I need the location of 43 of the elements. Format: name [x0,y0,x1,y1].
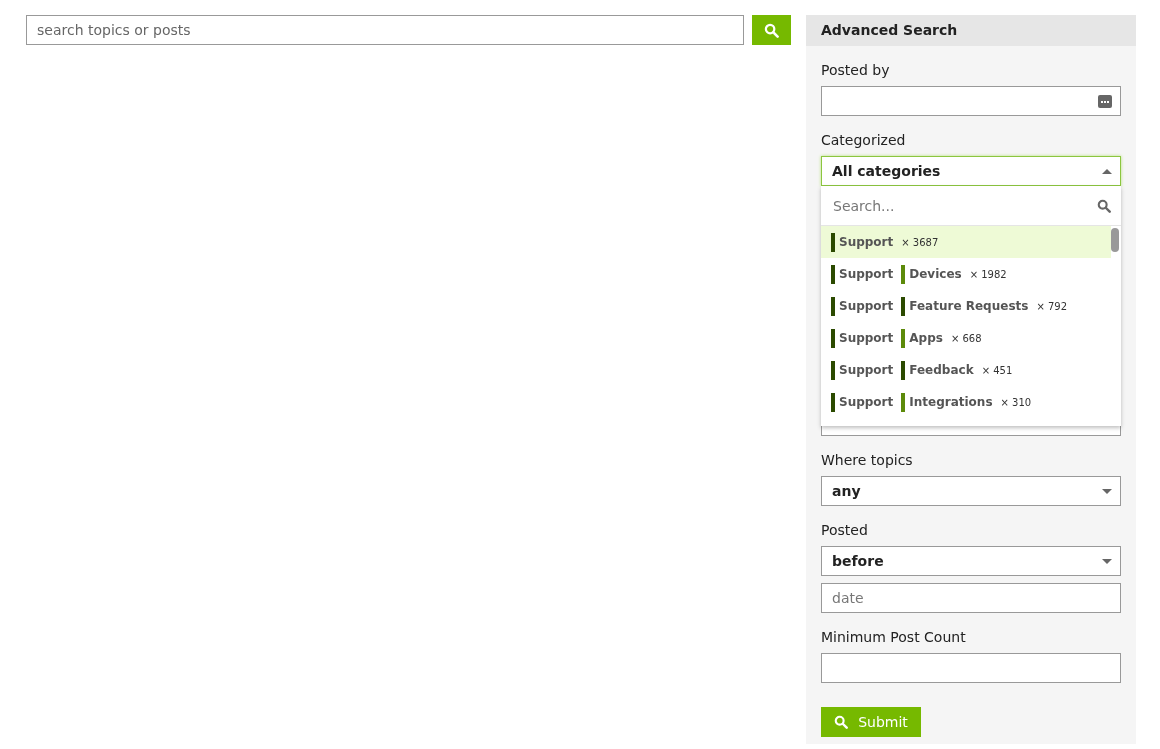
post-count-field[interactable] [821,653,1121,683]
dots-icon [1098,94,1112,108]
category-option[interactable]: Support Feature Requests × 792 [821,290,1111,322]
category-select[interactable]: All categories [821,156,1121,186]
where-topics-select[interactable]: any [821,476,1121,506]
category-name: Devices [909,267,962,281]
category-name: Integrations [909,395,993,409]
category-name: Support [839,299,894,313]
category-option[interactable]: Support Integrations × 310 [821,386,1111,418]
category-name: Support [839,395,894,409]
topic-count: × 792 [1036,300,1068,312]
category-option[interactable]: Support Apps × 668 [821,322,1111,354]
category-option[interactable]: Support × 3687 [821,226,1111,258]
category-name: Support [839,363,894,377]
category-name: Support [839,235,894,249]
panel-title: Advanced Search [806,15,1136,46]
category-name: Feedback [909,363,974,377]
category-option[interactable]: Support Devices × 1982 [821,258,1111,290]
topic-count: × 1982 [969,268,1007,280]
field-label: Minimum Post Count [821,629,967,646]
scrollbar-thumb[interactable] [1111,228,1119,252]
posted-select[interactable]: before [821,546,1121,576]
search-field[interactable]: search topics or posts [26,15,744,45]
category-option[interactable]: Support Feedback × 451 [821,354,1111,386]
topic-count: × 451 [981,364,1013,376]
search-icon [764,22,779,38]
user-input-field[interactable] [821,86,1121,116]
date-field[interactable]: date [821,583,1121,613]
category-name: Apps [909,331,943,345]
field-label: Where topics [821,452,914,469]
field-label: Posted by [821,62,891,79]
search-button[interactable] [752,15,791,45]
search-icon [834,715,849,729]
search-icon [1097,198,1111,213]
category-name: Feature Requests [909,299,1029,313]
topic-count: × 668 [950,332,982,344]
topic-count: × 3687 [901,236,939,248]
category-name: Support [839,267,894,281]
topic-count: × 310 [1000,396,1032,408]
category-search-field[interactable]: Search... [831,196,1091,215]
category-name: Support [839,331,894,345]
field-label: Posted [821,522,869,539]
field-label: Categorized [821,132,907,149]
